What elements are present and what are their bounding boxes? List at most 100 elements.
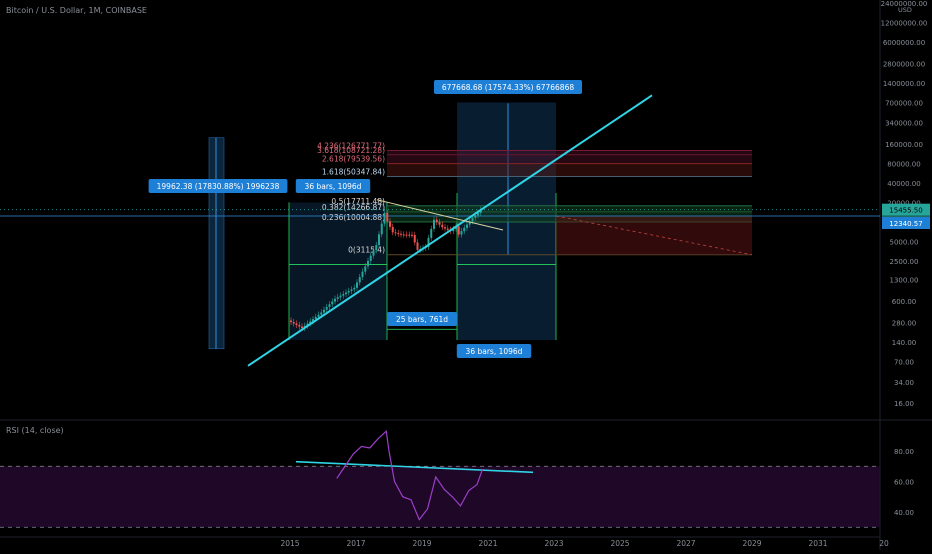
rsi-title: RSI (14, close) [6,426,64,435]
candle-body [350,289,353,291]
price-chart[interactable]: 4.236(126771.77)3.618(108721.28)2.618(79… [0,0,932,550]
candle-body [301,326,303,329]
y-tick-8: 80000.00 [887,160,920,168]
x-tick-4: 2023 [544,539,563,548]
y-tick-13: 2500.00 [890,258,919,266]
candle-body [391,226,394,233]
x-tick-3: 2021 [478,539,497,548]
y-tick-17: 140.00 [892,339,917,347]
fib-label-2: 2.618(79539.56) [322,155,385,164]
candle-body [372,250,375,256]
y-tick-15: 600.00 [892,298,917,306]
candle-body [405,234,408,236]
candle-body [298,325,301,327]
candle-body [457,226,460,235]
candle-body [347,290,350,293]
x-tick-8: 2031 [808,539,827,548]
rsi-band [0,466,880,528]
candle-body [356,282,358,288]
measure-label-4: 36 bars, 1096d [466,347,523,356]
candle-body [339,295,342,298]
level-text: 12340.57 [889,220,922,228]
candle-body [463,227,466,232]
x-tick-0: 2015 [280,539,299,548]
fib-zone-top [387,150,752,164]
y-tick-16: 280.00 [892,319,917,327]
candle-body [367,260,369,267]
candle-body [433,219,435,229]
rsi-tick-0: 80.00 [894,448,914,456]
candle-body [416,242,419,250]
candle-body [342,294,345,296]
candle-body [402,234,405,236]
candle-body [361,271,364,278]
fib-label-1: 3.618(108721.28) [317,146,385,155]
measure-label-2: 36 bars, 1096d [305,182,362,191]
candle-body [295,323,298,326]
rsi-tick-2: 40.00 [894,509,914,517]
candle-body [325,306,328,310]
candle-body [345,292,347,295]
candle-body [446,228,449,230]
fib-label-7: 0(3115.4) [348,246,385,255]
candle-body [389,221,391,227]
candle-body [400,233,402,235]
candle-body [353,287,356,290]
fib-label-6: 0.236(10004.88) [322,213,385,222]
candle-body [411,234,413,236]
candle-body [292,322,295,324]
candle-body [383,212,386,224]
candle-body [471,217,474,222]
x-tick-2: 2019 [412,539,431,548]
y-tick-3: 2800000.00 [883,60,925,68]
candle-body [380,223,383,235]
y-tick-2: 6000000.00 [883,39,925,47]
candle-body [323,309,325,313]
fib-label-3: 1.618(50347.84) [322,167,385,176]
fib-label-5: 0.382(14266.87) [322,203,385,212]
y-tick-6: 340000.00 [885,120,923,128]
candle-body [438,222,441,225]
x-tick-6: 2027 [676,539,695,548]
candle-body [317,314,320,317]
candle-body [397,233,400,235]
y-tick-4: 1400000.00 [883,80,925,88]
y-tick-9: 40000.00 [887,180,920,188]
candle-body [358,277,361,283]
candle-body [320,312,323,315]
measure-box-1 [289,202,387,341]
y-tick-18: 70.00 [894,358,914,366]
candle-body [336,297,339,299]
candle-body [334,298,336,302]
x-tick-1: 2017 [346,539,365,548]
chart-title: Bitcoin / U.S. Dollar, 1M, COINBASE [6,6,147,15]
candle-body [435,219,438,223]
x-tick-9: 20 [879,539,889,548]
x-tick-7: 2029 [742,539,761,548]
y-tick-19: 34.00 [894,379,914,387]
candle-body [369,255,372,261]
candle-body [466,224,468,228]
candle-body [413,234,416,243]
candle-body [444,227,446,229]
y-tick-5: 700000.00 [885,99,923,107]
x-tick-5: 2025 [610,539,629,548]
y-tick-20: 16.00 [894,400,914,408]
rsi-tick-1: 60.00 [894,479,914,487]
measure-label-0: 19962.38 (17830.88%) 1996238 [157,182,280,191]
y-tick-1: 12000000.00 [881,19,928,27]
candle-body [378,234,380,246]
candle-body [328,304,331,307]
candle-body [364,266,367,272]
y-tick-7: 160000.00 [885,141,923,149]
axis-unit: USD [898,6,912,14]
last-price-text: 15455.50 [889,207,922,215]
candle-body [408,234,411,236]
measure-label-1: 677668.68 (17574.33%) 67766868 [442,83,574,92]
candle-body [331,301,334,305]
measure-label-3: 25 bars, 761d [396,315,448,324]
chart-stage: 4.236(126771.77) 3.618(108721.28) 2.618(79… [0,0,932,550]
y-tick-12: 5000.00 [890,238,919,246]
candle-body [375,245,378,251]
candle-body [441,224,444,228]
